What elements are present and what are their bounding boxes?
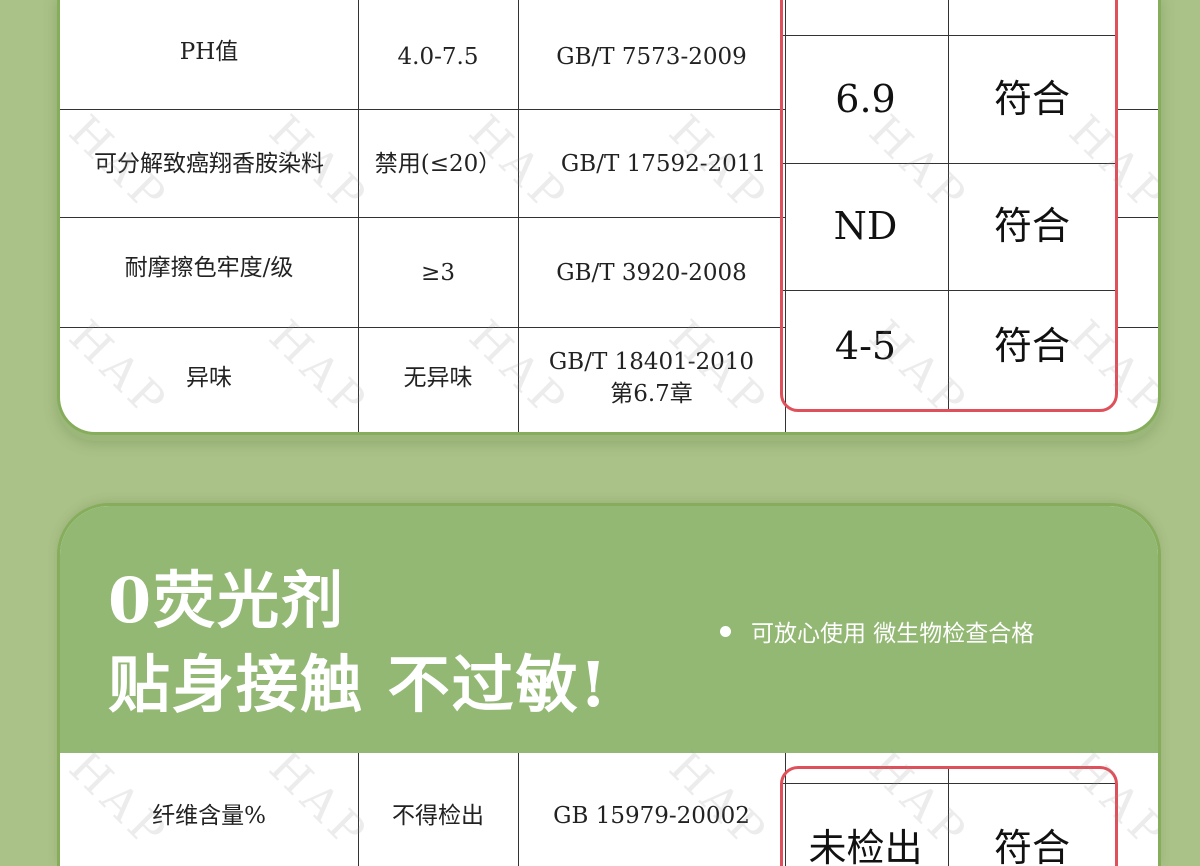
requirement-cell: 4.0-7.5 xyxy=(397,44,479,71)
item-cell: 可分解致癌翔香胺染料 xyxy=(94,150,324,177)
requirement-cell: 无异味 xyxy=(403,364,473,391)
fluorescent-agent-section: 0荧光剂 贴身接触 不过敏! 可放心使用 微生物检查合格 纤维含量% 不得检出 … xyxy=(57,503,1161,866)
row-divider xyxy=(783,783,1115,784)
standard-cell: GB/T 18401-2010 第6.7章 xyxy=(548,348,755,407)
standard-cell: GB/T 7573-2009 xyxy=(556,44,747,71)
item-cell: 耐摩擦色牢度/级 xyxy=(124,254,294,281)
result-value: 未检出 xyxy=(808,826,923,866)
item-cell: 异味 xyxy=(186,364,232,391)
headline-line2: 贴身接触 不过敏! xyxy=(108,648,609,721)
headline-line1: 0荧光剂 xyxy=(108,564,346,637)
result-value: ND xyxy=(833,204,898,249)
bullet-icon xyxy=(720,625,731,637)
standard-cell: GB/T 17592-2011 xyxy=(560,150,767,177)
row-divider xyxy=(1117,327,1158,328)
test-results-card-top: PH值 4.0-7.5 GB/T 7573-2009 可分解致癌翔香胺染料 禁用… xyxy=(57,0,1161,435)
item-cell: PH值 xyxy=(179,39,239,66)
section-header: 0荧光剂 贴身接触 不过敏! 可放心使用 微生物检查合格 xyxy=(60,506,1158,753)
result-value: 6.9 xyxy=(835,76,896,121)
results-highlight-box: 未检出 符合 xyxy=(780,766,1118,866)
results-highlight-box: 6.9 符合 ND 符合 4-5 符合 xyxy=(780,0,1118,412)
result-verdict: 符合 xyxy=(993,204,1070,249)
requirement-cell: 禁用(≤20） xyxy=(374,150,502,177)
standard-cell: GB 15979-20002 xyxy=(553,802,750,829)
tagline: 可放心使用 微生物检查合格 xyxy=(720,614,1034,648)
requirement-cell: 不得检出 xyxy=(392,802,484,829)
result-verdict: 符合 xyxy=(993,324,1070,369)
result-value: 4-5 xyxy=(834,324,897,369)
row-divider xyxy=(1117,109,1158,110)
item-cell: 纤维含量% xyxy=(152,802,266,829)
result-verdict: 符合 xyxy=(993,76,1070,121)
requirement-cell: ≥3 xyxy=(421,259,455,286)
result-verdict: 符合 xyxy=(993,826,1070,866)
row-divider xyxy=(1117,217,1158,218)
standard-cell: GB/T 3920-2008 xyxy=(556,259,747,286)
